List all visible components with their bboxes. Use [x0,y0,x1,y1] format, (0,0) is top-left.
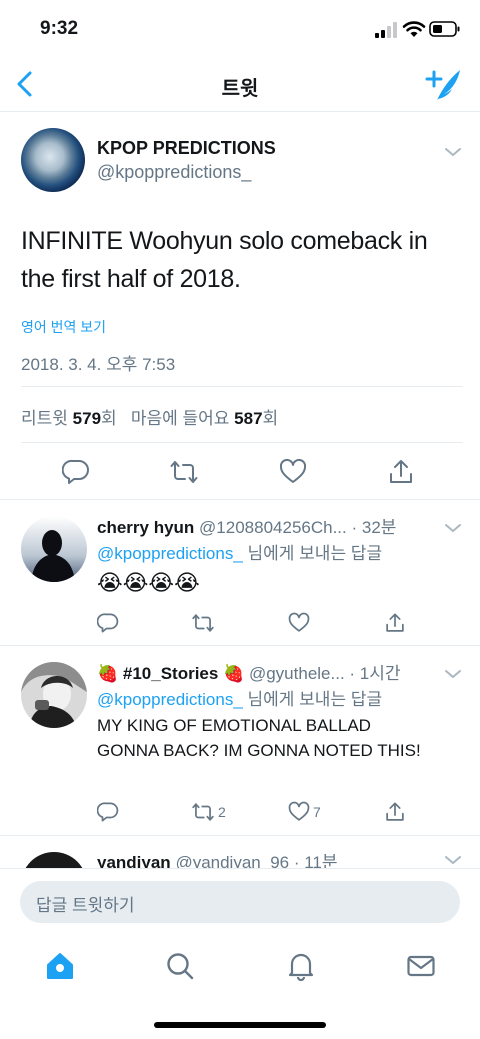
page-title: 트윗 [221,78,259,100]
battery-icon [429,21,460,37]
author-handle[interactable]: @kpoppredictions_ [97,162,251,183]
avatar[interactable] [21,128,85,192]
reply-time: · 1시간 [349,664,401,683]
reply-author-name[interactable]: yandiyan [97,853,171,868]
home-icon[interactable] [45,951,75,981]
share-icon[interactable] [387,458,415,486]
cellular-signal-icon [375,22,397,38]
mention-link[interactable]: @kpoppredictions_ [97,544,243,563]
tweet-text: INFINITE Woohyun solo comeback in the fi… [21,227,428,293]
reply-text: 😭😭😭😭 [97,570,200,595]
like-heart-icon[interactable] [279,458,307,486]
retweet-icon[interactable] [170,458,198,486]
like-heart-icon[interactable] [288,801,310,823]
reply-author-handle[interactable]: @yandiyan_96 [175,853,289,868]
status-time: 9:32 [40,18,79,39]
reply-icon[interactable] [62,458,90,486]
reply-icon[interactable] [97,612,119,634]
reply-header: yandiyan @yandiyan_96 · 11분 [97,848,442,868]
reply-icon[interactable] [97,801,119,823]
tweet-timestamp: 2018. 3. 4. 오후 7:53 [21,355,176,374]
reply-to-line: @kpoppredictions_ 님에게 보내는 답글 [97,544,383,563]
chevron-down-icon[interactable] [444,668,462,680]
reply-header: 🍓 #10_Stories 🍓 @gyuthele... · 1시간 [97,659,442,684]
wifi-icon [402,21,426,37]
avatar[interactable] [21,852,87,868]
reply-author-name[interactable]: cherry hyun [97,518,194,537]
retweet-count: 2 [218,804,226,820]
like-stat[interactable]: 마음에 들어요 587회 [131,409,278,428]
author-name[interactable]: KPOP PREDICTIONS [97,138,276,159]
messages-icon[interactable] [406,951,436,981]
reply-input[interactable]: 답글 트윗하기 [20,881,460,923]
reply-tweet[interactable]: yandiyan @yandiyan_96 · 11분 [0,836,480,868]
share-icon[interactable] [384,612,406,634]
reply-tweet[interactable]: cherry hyun @1208804256Ch... · 32분 @kpop… [0,500,480,646]
retweet-stat[interactable]: 리트윗 579회 [21,409,117,428]
main-tweet: KPOP PREDICTIONS @kpoppredictions_ INFIN… [0,112,480,500]
reply-text: MY KING OF EMOTIONAL BALLAD GONNA BACK? … [97,716,421,760]
chevron-down-icon[interactable] [444,522,462,534]
reply-time: · 32분 [351,518,397,537]
retweet-icon[interactable] [192,612,214,634]
like-heart-icon[interactable] [288,612,310,634]
tweet-stats: 리트윗 579회 마음에 들어요 587회 [21,404,278,429]
like-count: 7 [313,804,321,820]
search-icon[interactable] [165,951,195,981]
reply-author-handle[interactable]: @gyuthele... [249,664,345,683]
reply-time: · 11분 [293,853,338,868]
avatar[interactable] [21,516,87,582]
reply-author-name[interactable]: 🍓 #10_Stories 🍓 [97,664,244,683]
home-indicator[interactable] [154,1022,326,1028]
reply-header: cherry hyun @1208804256Ch... · 32분 [97,513,442,538]
reply-tweet[interactable]: 🍓 #10_Stories 🍓 @gyuthele... · 1시간 @kpop… [0,646,480,836]
reply-bar: 답글 트윗하기 [0,868,480,934]
chevron-down-icon[interactable] [444,854,462,866]
status-bar: 9:32 [0,0,480,58]
avatar[interactable] [21,662,87,728]
retweet-icon[interactable] [192,801,214,823]
share-icon[interactable] [384,801,406,823]
nav-bar: 트윗 [0,58,480,112]
compose-tweet-icon[interactable] [424,68,462,102]
mention-link[interactable]: @kpoppredictions_ [97,690,243,709]
reply-author-handle[interactable]: @1208804256Ch... [199,518,347,537]
translate-link[interactable]: 영어 번역 보기 [21,317,106,337]
chevron-down-icon[interactable] [444,146,462,158]
divider [21,442,463,443]
notifications-icon[interactable] [286,951,316,981]
divider [21,386,463,387]
reply-to-line: @kpoppredictions_ 님에게 보내는 답글 [97,690,383,709]
